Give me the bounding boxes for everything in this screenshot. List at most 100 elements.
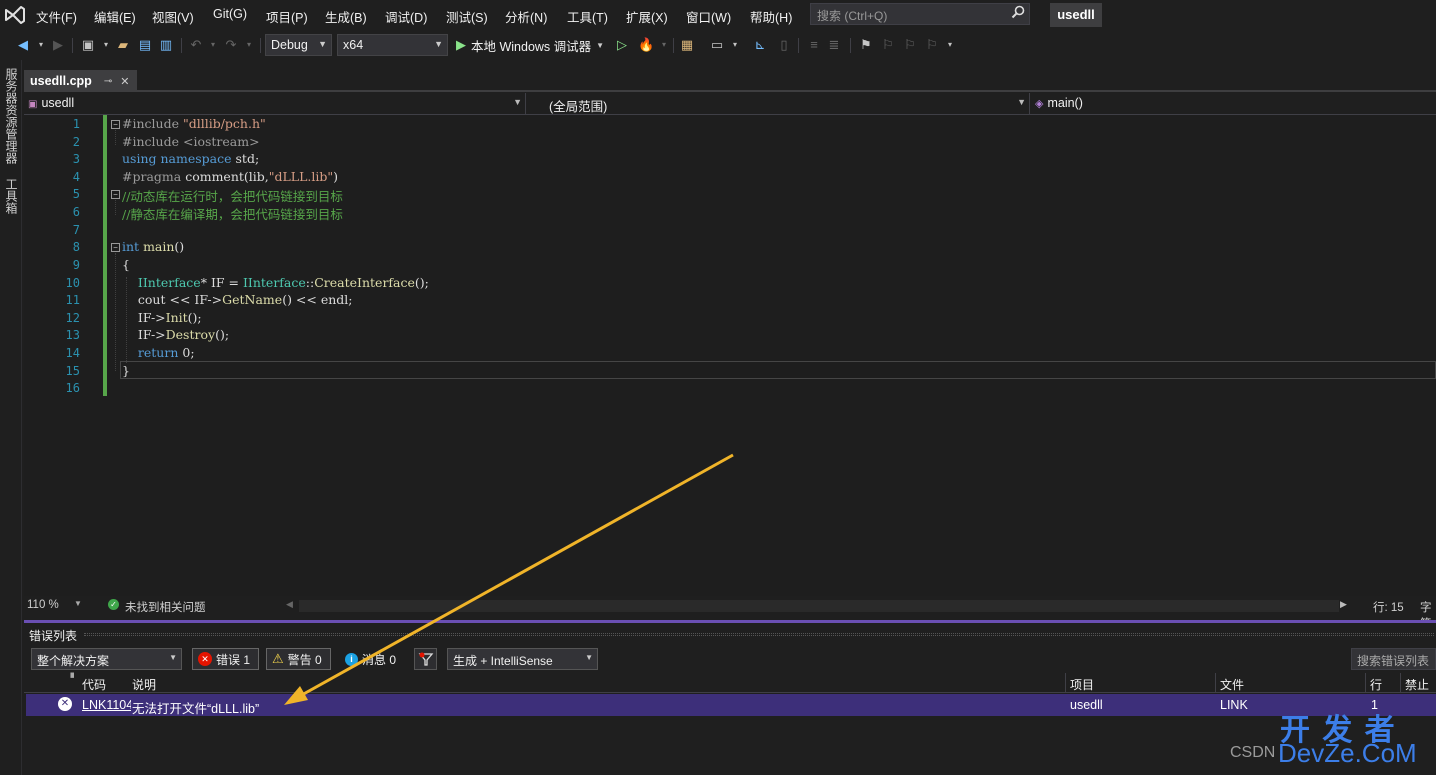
browse-folder-icon[interactable]: ▦ [679, 37, 695, 53]
messages-count: 消息 0 [362, 652, 397, 667]
new-project-icon[interactable]: ▣ [80, 37, 96, 53]
collapse-region-icon[interactable]: − [111, 243, 120, 252]
configuration-select[interactable]: Debug ▼ [265, 34, 332, 56]
chevron-down-icon[interactable]: ▾ [241, 37, 257, 53]
collapse-region-icon[interactable]: − [111, 190, 120, 199]
scroll-left-icon[interactable]: ◀ [286, 599, 293, 610]
chevron-down-icon[interactable]: ▾ [205, 37, 221, 53]
horizontal-scrollbar[interactable] [299, 600, 1339, 612]
chevron-down-icon[interactable]: ▼ [74, 599, 82, 608]
code-line: } [122, 363, 130, 378]
scope-label: (全局范围) [549, 100, 608, 114]
navigate-back-icon[interactable]: ◀ [15, 37, 31, 53]
chevron-down-icon[interactable]: ▾ [98, 37, 114, 53]
navigate-forward-icon[interactable]: ▶ [50, 37, 66, 53]
chevron-down-icon[interactable]: ▾ [727, 37, 743, 53]
line-number: 15 [65, 364, 80, 378]
start-debugging-button[interactable]: ▶ 本地 Windows 调试器 ▼ [456, 36, 604, 54]
chevron-down-icon[interactable]: ▾ [942, 37, 958, 53]
hot-reload-icon[interactable]: 🔥 [638, 37, 654, 53]
filter-button[interactable] [414, 648, 437, 670]
scroll-right-icon[interactable]: ▶ [1340, 599, 1347, 610]
code-line: #pragma comment(lib,"dLLL.lib") [122, 169, 339, 184]
search-error-list-input[interactable]: 搜索错误列表 [1351, 648, 1436, 670]
menu-extensions[interactable]: 扩展(X) [626, 7, 668, 26]
column-project[interactable]: 项目 [1070, 676, 1094, 693]
platform-select[interactable]: x64 ▼ [337, 34, 448, 56]
bookmark-prev-icon[interactable]: ⚐ [880, 37, 896, 53]
code-line: IF->Init(); [122, 310, 202, 325]
menu-test[interactable]: 测试(S) [446, 7, 488, 26]
zoom-level[interactable]: 110 % [27, 599, 59, 611]
code-line: #include <iostream> [122, 134, 260, 149]
menu-git[interactable]: Git(G) [213, 7, 247, 21]
menu-debug[interactable]: 调试(D) [385, 7, 427, 26]
pin-icon[interactable]: ⊸ [104, 76, 112, 87]
errors-filter-button[interactable]: ✕ 错误 1 [192, 648, 259, 670]
window-layout-icon[interactable]: ▭ [709, 37, 725, 53]
column-line[interactable]: 行 [1370, 676, 1382, 693]
line-number: 6 [72, 205, 80, 219]
member-dropdown[interactable]: ◈ main() [1031, 93, 1436, 114]
method-icon: ◈ [1035, 98, 1044, 110]
menu-help[interactable]: 帮助(H) [750, 7, 792, 26]
close-icon[interactable]: ✕ [120, 75, 129, 88]
chevron-down-icon: ▼ [596, 40, 605, 50]
save-icon[interactable]: ▤ [137, 37, 153, 53]
search-icon[interactable] [1011, 5, 1025, 19]
code-line: //动态库在运行时，会把代码链接到目标 [122, 189, 343, 204]
line-number: 3 [72, 152, 80, 166]
check-icon: ✓ [108, 599, 119, 610]
sort-icon[interactable]: ▝ [67, 673, 74, 684]
save-all-icon[interactable]: ▥ [158, 37, 174, 53]
step-icon[interactable]: ⊾ [752, 37, 768, 53]
code-line: #include "dlllib/pch.h" [122, 116, 266, 131]
error-icon: ✕ [58, 697, 72, 711]
start-without-debugging-icon[interactable]: ▷ [614, 37, 630, 53]
warnings-filter-button[interactable]: ⚠ 警告 0 [266, 648, 331, 670]
chevron-down-icon[interactable]: ▾ [656, 37, 672, 53]
comment-icon[interactable]: ≡ [806, 37, 822, 53]
server-explorer-tab[interactable]: 服务器资源管理器 [3, 68, 20, 164]
warnings-count: 警告 0 [287, 652, 322, 667]
menu-build[interactable]: 生成(B) [325, 7, 367, 26]
open-file-icon[interactable]: ▰ [115, 37, 131, 53]
error-code-link[interactable]: LNK1104 [82, 698, 131, 712]
menu-view[interactable]: 视图(V) [152, 7, 194, 26]
bookmark-icon[interactable]: ▯ [776, 37, 792, 53]
project-dropdown[interactable]: ▣ usedll ▼ [24, 93, 526, 114]
line-number: 16 [65, 381, 80, 395]
editor-status-bar: 110 % ▼ ✓ 未找到相关问题 ◀ ▶ 行: 15 字符 [24, 596, 1436, 630]
code-line: cout << IF->GetName() << endl; [122, 292, 353, 307]
menu-tools[interactable]: 工具(T) [567, 7, 608, 26]
navigation-bar: ▣ usedll ▼ (全局范围) ▼ ◈ main() [24, 93, 1436, 115]
redo-icon[interactable]: ↷ [223, 37, 239, 53]
search-input[interactable]: 搜索 (Ctrl+Q) [810, 3, 1030, 25]
collapse-region-icon[interactable]: − [111, 120, 120, 129]
menu-file[interactable]: 文件(F) [36, 7, 77, 26]
bookmark-toggle-icon[interactable]: ⚑ [858, 37, 874, 53]
chevron-down-icon[interactable]: ▾ [33, 37, 49, 53]
menu-window[interactable]: 窗口(W) [686, 7, 731, 26]
column-code[interactable]: 代码 [82, 676, 106, 693]
error-list-title: 错误列表 [29, 629, 78, 643]
scope-dropdown[interactable]: (全局范围) ▼ [527, 93, 1030, 114]
column-file[interactable]: 文件 [1220, 676, 1244, 693]
messages-filter-button[interactable]: i 消息 0 [340, 648, 406, 670]
menu-analyze[interactable]: 分析(N) [505, 7, 547, 26]
column-description[interactable]: 说明 [132, 676, 156, 693]
project-label: usedll [41, 96, 75, 110]
change-tracking-bar [103, 115, 107, 396]
scope-select[interactable]: 整个解决方案 ▼ [31, 648, 182, 670]
issues-status[interactable]: 未找到相关问题 [125, 599, 206, 615]
bookmark-clear-icon[interactable]: ⚐ [924, 37, 940, 53]
chevron-down-icon: ▼ [1017, 97, 1026, 107]
bookmark-next-icon[interactable]: ⚐ [902, 37, 918, 53]
menu-edit[interactable]: 编辑(E) [94, 7, 136, 26]
toolbox-tab[interactable]: 工具箱 [3, 178, 20, 214]
undo-icon[interactable]: ↶ [188, 37, 204, 53]
uncomment-icon[interactable]: ≣ [826, 37, 842, 53]
tab-usedll-cpp[interactable]: usedll.cpp ⊸ ✕ [24, 70, 137, 92]
build-source-select[interactable]: 生成 + IntelliSense ▼ [447, 648, 598, 670]
menu-project[interactable]: 项目(P) [266, 7, 308, 26]
